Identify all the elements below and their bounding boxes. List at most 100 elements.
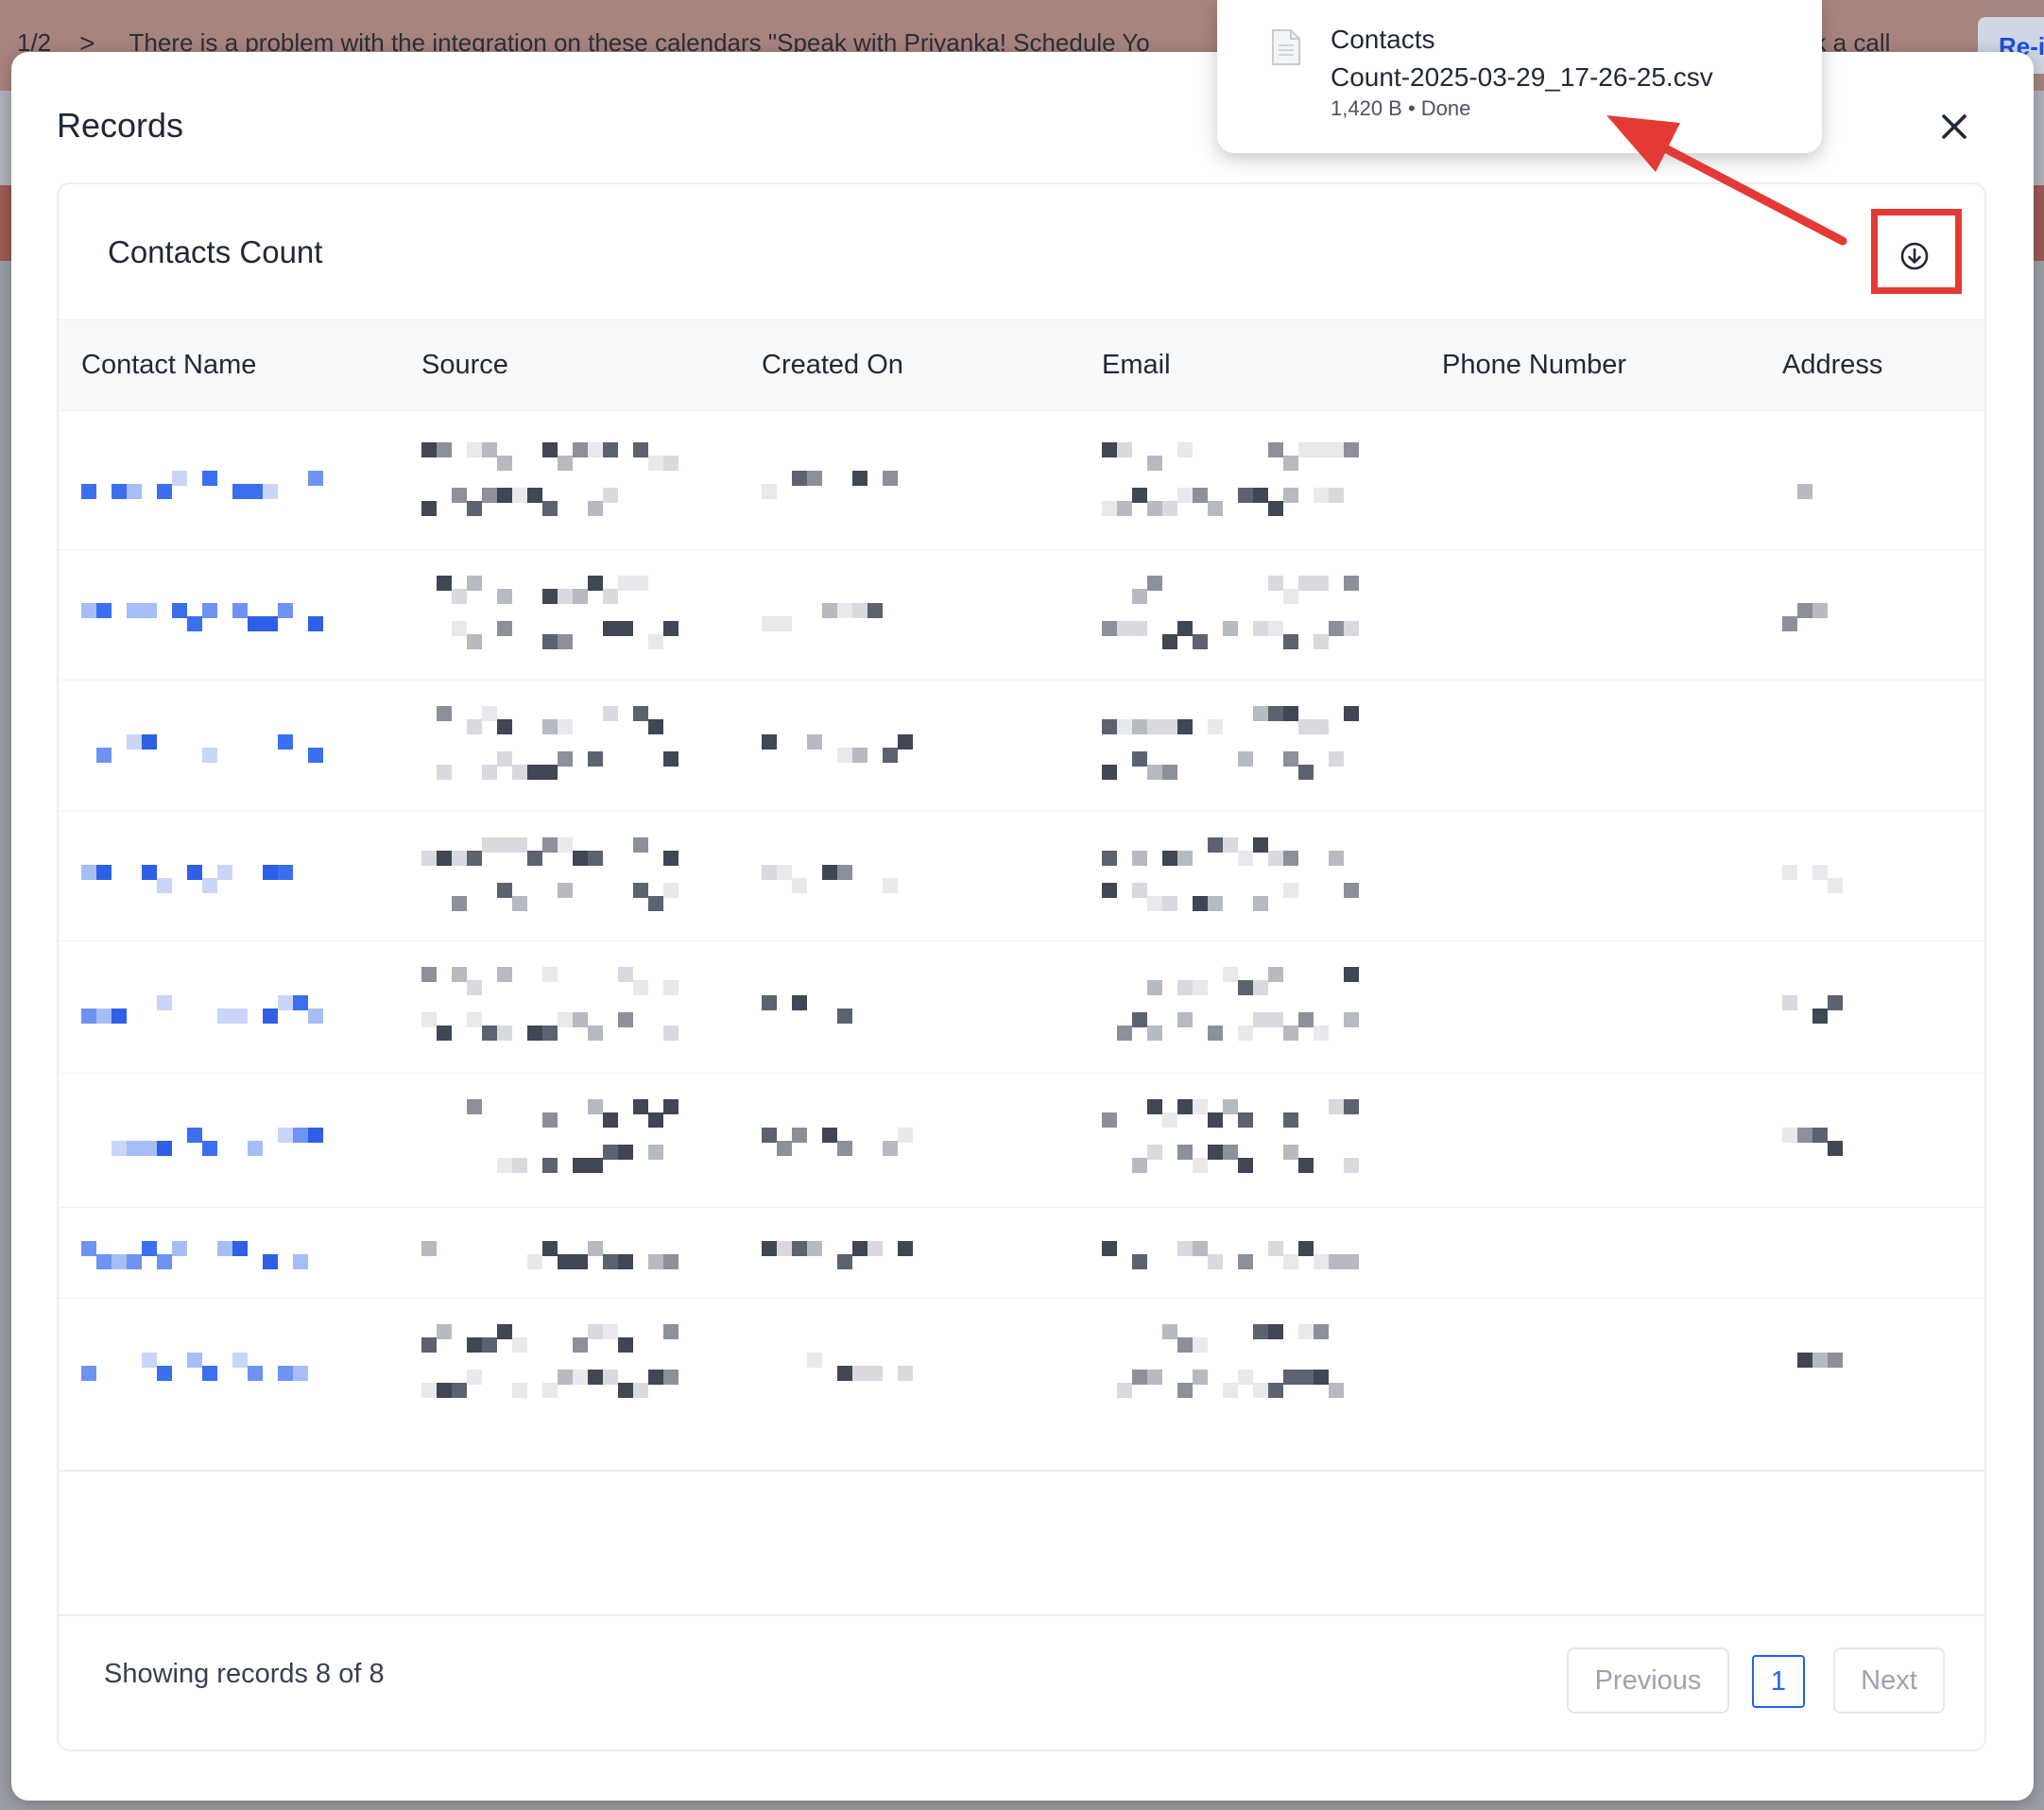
cell-phone-number: [1442, 680, 1631, 811]
redaction-pixel: [497, 719, 512, 734]
redaction-pixel: [1344, 621, 1359, 636]
redaction-pixel: [1147, 501, 1162, 516]
redaction-pixel: [837, 747, 852, 763]
redaction-pixel: [187, 864, 202, 880]
table-row[interactable]: [59, 940, 1984, 1074]
redaction-pixel: [1314, 576, 1329, 591]
column-header-created-on[interactable]: Created On: [762, 350, 903, 381]
redaction-pixel: [852, 747, 867, 763]
cell-address: [1782, 1073, 1858, 1207]
cell-contact-name[interactable]: [81, 1298, 365, 1470]
redaction-pixel: [497, 751, 512, 767]
table-row[interactable]: [59, 680, 1984, 812]
cell-source: [421, 549, 724, 680]
redaction-pixel: [421, 851, 437, 866]
redaction-pixel: [633, 442, 648, 457]
redaction-pixel: [588, 1026, 603, 1041]
redaction-pixel: [618, 1254, 633, 1269]
redaction-pixel: [497, 488, 512, 503]
redaction-pixel: [482, 488, 497, 503]
redaction-pixel: [127, 484, 142, 499]
cell-phone-number: [1442, 1298, 1631, 1470]
redaction-pixel: [1208, 896, 1223, 911]
redaction-pixel: [1177, 851, 1193, 866]
redaction-pixel: [1253, 896, 1268, 911]
table-row[interactable]: [59, 1073, 1984, 1208]
redaction-pixel: [1117, 501, 1132, 516]
redaction-pixel: [202, 1366, 217, 1381]
column-header-address[interactable]: Address: [1782, 350, 1882, 381]
cell-contact-name[interactable]: [81, 680, 365, 811]
redaction-pixel: [81, 1008, 96, 1024]
column-header-email[interactable]: Email: [1102, 350, 1171, 381]
redaction-pixel: [1283, 1026, 1298, 1041]
next-button[interactable]: Next: [1833, 1647, 1945, 1714]
redaction-pixel: [1177, 621, 1193, 636]
close-button[interactable]: [1932, 104, 1977, 149]
redaction-pixel: [421, 1383, 437, 1398]
cell-contact-name[interactable]: [81, 1207, 365, 1298]
redaction-pixel: [1162, 896, 1177, 911]
redaction-pixel: [603, 488, 618, 503]
cell-phone-number: [1442, 549, 1631, 680]
redaction-pixel: [467, 1370, 482, 1385]
table-row[interactable]: [59, 416, 1984, 550]
redaction-pixel: [792, 1241, 807, 1256]
table-row[interactable]: [59, 1298, 1984, 1471]
redaction-pixel: [1283, 488, 1298, 503]
redaction-pixel: [558, 1370, 573, 1385]
redaction-pixel: [482, 1026, 497, 1041]
redaction-pixel: [1177, 1337, 1193, 1353]
redaction-pixel: [1253, 488, 1268, 503]
redaction-pixel: [467, 501, 482, 516]
table-row[interactable]: [59, 811, 1984, 941]
download-popup[interactable]: Contacts Count-2025-03-29_17-26-25.csv 1…: [1217, 0, 1822, 153]
redaction-pixel: [1298, 1324, 1314, 1339]
redaction-pixel: [1117, 1026, 1132, 1041]
cell-source: [421, 940, 724, 1073]
column-header-source[interactable]: Source: [421, 350, 508, 381]
redaction-pixel: [1223, 967, 1238, 982]
redaction-pixel: [777, 616, 792, 631]
cell-contact-name[interactable]: [81, 1073, 365, 1207]
redaction-pixel: [1782, 616, 1797, 631]
redaction-pixel: [81, 1366, 96, 1381]
redaction-pixel: [497, 456, 512, 471]
cell-contact-name[interactable]: [81, 549, 365, 680]
redaction-pixel: [542, 634, 558, 649]
redaction-pixel: [618, 576, 633, 591]
redaction-pixel: [1132, 719, 1147, 734]
previous-button[interactable]: Previous: [1567, 1647, 1729, 1714]
redaction-pixel: [202, 603, 217, 618]
redaction-pixel: [1132, 621, 1147, 636]
redaction-pixel: [497, 1026, 512, 1041]
redaction-pixel: [293, 1366, 308, 1381]
redaction-pixel: [663, 851, 678, 866]
redaction-pixel: [663, 751, 678, 767]
redaction-pixel: [663, 1026, 678, 1041]
redaction-pixel: [172, 471, 187, 486]
download-filename[interactable]: Contacts Count-2025-03-29_17-26-25.csv: [1331, 21, 1803, 96]
redaction-pixel: [1828, 877, 1843, 893]
close-icon: [1942, 114, 1967, 139]
redaction-pixel: [1208, 1026, 1223, 1041]
page-number-1[interactable]: 1: [1752, 1655, 1805, 1708]
download-button[interactable]: [1894, 235, 1935, 277]
column-header-contact-name[interactable]: Contact Name: [81, 350, 256, 381]
cell-contact-name[interactable]: [81, 811, 365, 940]
cell-contact-name[interactable]: [81, 416, 365, 549]
column-header-phone-number[interactable]: Phone Number: [1442, 350, 1626, 381]
redaction-pixel: [1162, 501, 1177, 516]
redaction-pixel: [96, 1008, 112, 1024]
redaction-pixel: [232, 1241, 248, 1256]
redaction-pixel: [777, 1241, 792, 1256]
redaction-pixel: [1102, 851, 1117, 866]
redaction-pixel: [157, 877, 172, 893]
redaction-pixel: [542, 837, 558, 853]
redaction-pixel: [1102, 621, 1117, 636]
redaction-pixel: [1147, 576, 1162, 591]
table-row[interactable]: [59, 549, 1984, 681]
cell-contact-name[interactable]: [81, 940, 365, 1073]
table-row[interactable]: [59, 1207, 1984, 1299]
redaction-pixel: [1329, 442, 1344, 457]
